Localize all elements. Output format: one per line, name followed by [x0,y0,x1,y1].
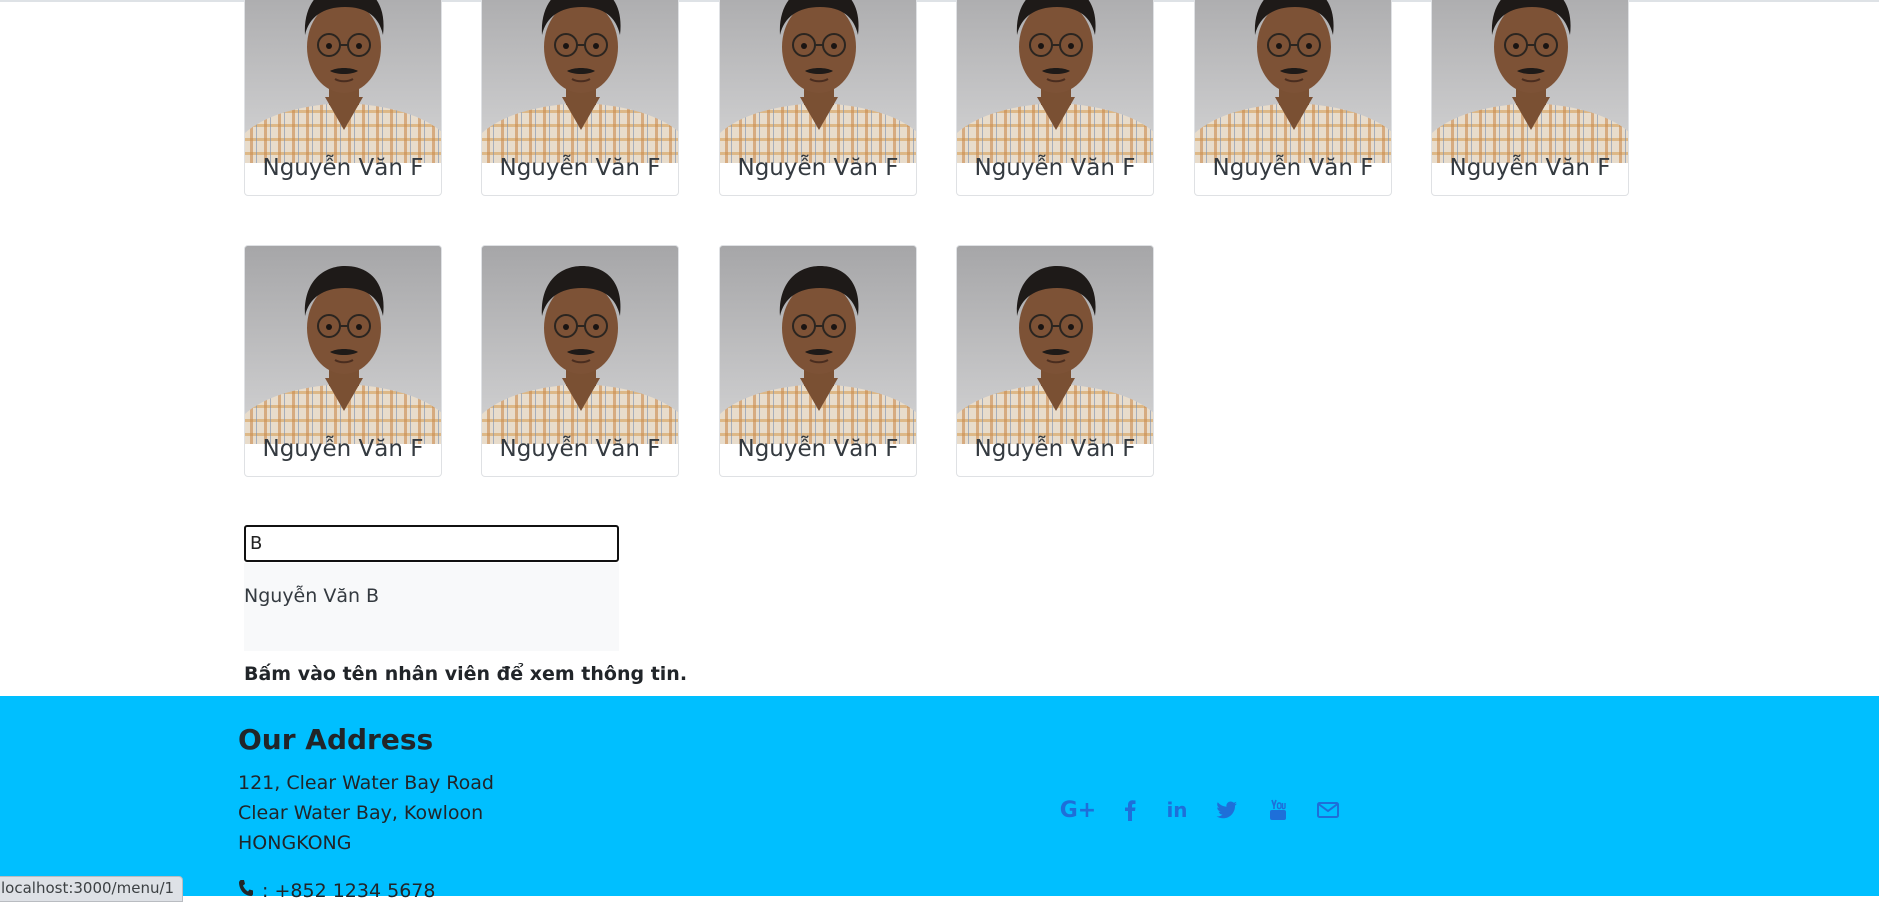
employee-photo [957,246,1153,444]
employee-photo [1432,0,1628,163]
address-line: HONGKONG [238,832,352,854]
employee-photo [720,0,916,163]
employee-card[interactable]: Nguyễn Văn F [244,245,442,477]
employee-name[interactable]: Nguyễn Văn F [482,148,678,188]
employee-card[interactable]: Nguyễn Văn F [1431,0,1629,196]
phone-number: : +852 1234 5678 [262,880,436,902]
employee-photo [245,246,441,444]
employee-photo [1195,0,1391,163]
employee-photo [957,0,1153,163]
mail-icon[interactable] [1314,796,1342,824]
employee-card[interactable]: Nguyễn Văn F [244,0,442,196]
employee-card[interactable]: Nguyễn Văn F [1194,0,1392,196]
google-plus-icon[interactable]: G+ [1060,796,1097,824]
employee-search-input[interactable] [244,525,619,562]
address-line: Clear Water Bay, Kowloon [238,802,484,824]
employee-card[interactable]: Nguyễn Văn F [719,0,917,196]
browser-status-url: localhost:3000/menu/1 [0,876,184,902]
employee-name[interactable]: Nguyễn Văn F [957,429,1153,469]
employee-card[interactable]: Nguyễn Văn F [481,0,679,196]
employee-photo [482,246,678,444]
search-suggestions: Nguyễn Văn B [244,563,619,651]
search-hint: Bấm vào tên nhân viên để xem thông tin. [244,663,688,685]
employee-card[interactable]: Nguyễn Văn F [481,245,679,477]
suggestion-item[interactable]: Nguyễn Văn B [244,585,379,607]
employee-photo [245,0,441,163]
address-line: 121, Clear Water Bay Road [238,772,494,794]
employee-name[interactable]: Nguyễn Văn F [1195,148,1391,188]
employee-card[interactable]: Nguyễn Văn F [719,245,917,477]
employee-photo [720,246,916,444]
footer: Our Address 121, Clear Water Bay Road Cl… [0,696,1879,902]
youtube-icon[interactable] [1264,796,1292,824]
employee-name[interactable]: Nguyễn Văn F [957,148,1153,188]
employee-name[interactable]: Nguyễn Văn F [245,148,441,188]
employee-name[interactable]: Nguyễn Văn F [1432,148,1628,188]
employee-card[interactable]: Nguyễn Văn F [956,245,1154,477]
employee-card[interactable]: Nguyễn Văn F [956,0,1154,196]
facebook-icon[interactable] [1116,796,1144,824]
phone-icon [238,879,256,902]
phone-line: : +852 1234 5678 [238,879,435,902]
employee-name[interactable]: Nguyễn Văn F [482,429,678,469]
employee-name[interactable]: Nguyễn Văn F [720,429,916,469]
linkedin-icon[interactable]: in [1163,796,1191,824]
employee-photo [482,0,678,163]
employee-name[interactable]: Nguyễn Văn F [245,429,441,469]
twitter-icon[interactable] [1213,796,1241,824]
employee-name[interactable]: Nguyễn Văn F [720,148,916,188]
footer-address-title: Our Address [238,723,434,756]
